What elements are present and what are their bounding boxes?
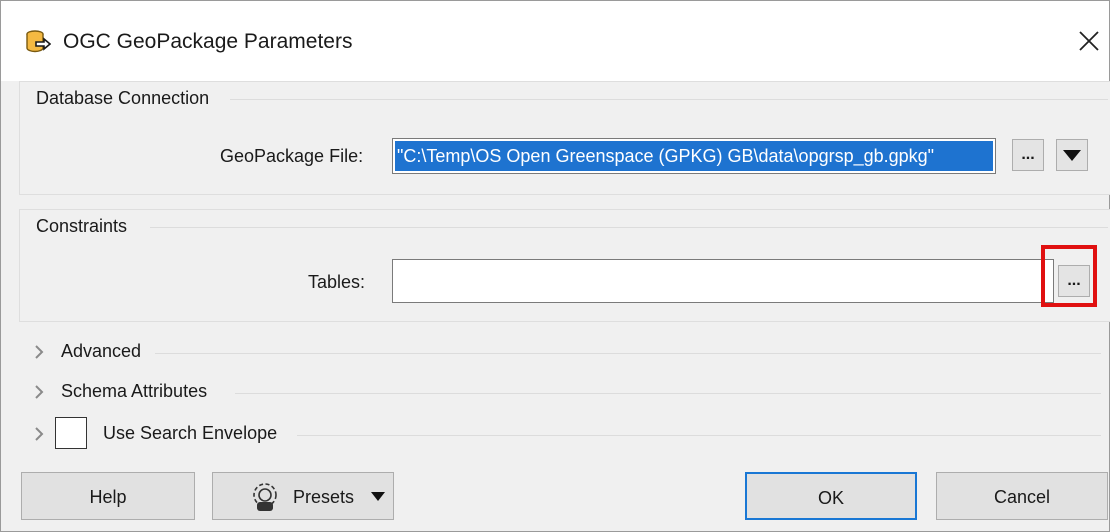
tables-input[interactable] [392,259,1054,303]
schema-attributes-section[interactable]: Schema Attributes [31,377,1101,407]
database-reader-icon [26,30,51,53]
geopackage-file-label: GeoPackage File: [220,146,364,166]
chevron-right-icon [35,427,44,441]
section-divider [297,435,1101,436]
advanced-section[interactable]: Advanced [31,337,1101,367]
group-divider [230,99,1108,100]
ok-button[interactable]: OK [745,472,917,520]
chevron-down-icon [371,492,385,501]
gear-icon [253,483,277,511]
geopackage-file-value: "C:\Temp\OS Open Greenspace (GPKG) GB\da… [395,141,993,171]
tables-label: Tables: [308,272,366,292]
chevron-down-icon [1063,150,1081,161]
cancel-button[interactable]: Cancel [936,472,1108,520]
presets-button[interactable]: Presets [212,472,394,520]
schema-attributes-label: Schema Attributes [61,381,208,401]
section-divider [155,353,1101,354]
geopackage-file-input[interactable]: "C:\Temp\OS Open Greenspace (GPKG) GB\da… [392,138,996,174]
constraints-title: Constraints [36,216,128,236]
database-connection-group: Database Connection GeoPackage File: "C:… [19,81,1110,195]
use-search-envelope-section[interactable]: Use Search Envelope [31,417,1101,449]
advanced-label: Advanced [61,341,142,361]
database-connection-title: Database Connection [36,88,210,108]
browse-file-button[interactable]: ... [1012,139,1044,171]
highlight-box [1041,245,1097,307]
presets-label: Presets [293,487,355,507]
chevron-right-icon [35,345,44,359]
group-divider [150,227,1108,228]
help-button[interactable]: Help [21,472,195,520]
parameters-dialog: OGC GeoPackage Parameters Database Conne… [0,0,1110,532]
section-divider [235,393,1101,394]
close-icon[interactable] [1077,29,1101,53]
file-options-dropdown[interactable] [1056,139,1088,171]
chevron-right-icon [35,385,44,399]
use-search-envelope-label: Use Search Envelope [103,423,278,443]
window-title: OGC GeoPackage Parameters [63,30,353,53]
constraints-group: Constraints Tables: ... [19,209,1110,322]
title-bar: OGC GeoPackage Parameters [1,1,1109,81]
use-search-envelope-checkbox[interactable] [55,417,87,449]
